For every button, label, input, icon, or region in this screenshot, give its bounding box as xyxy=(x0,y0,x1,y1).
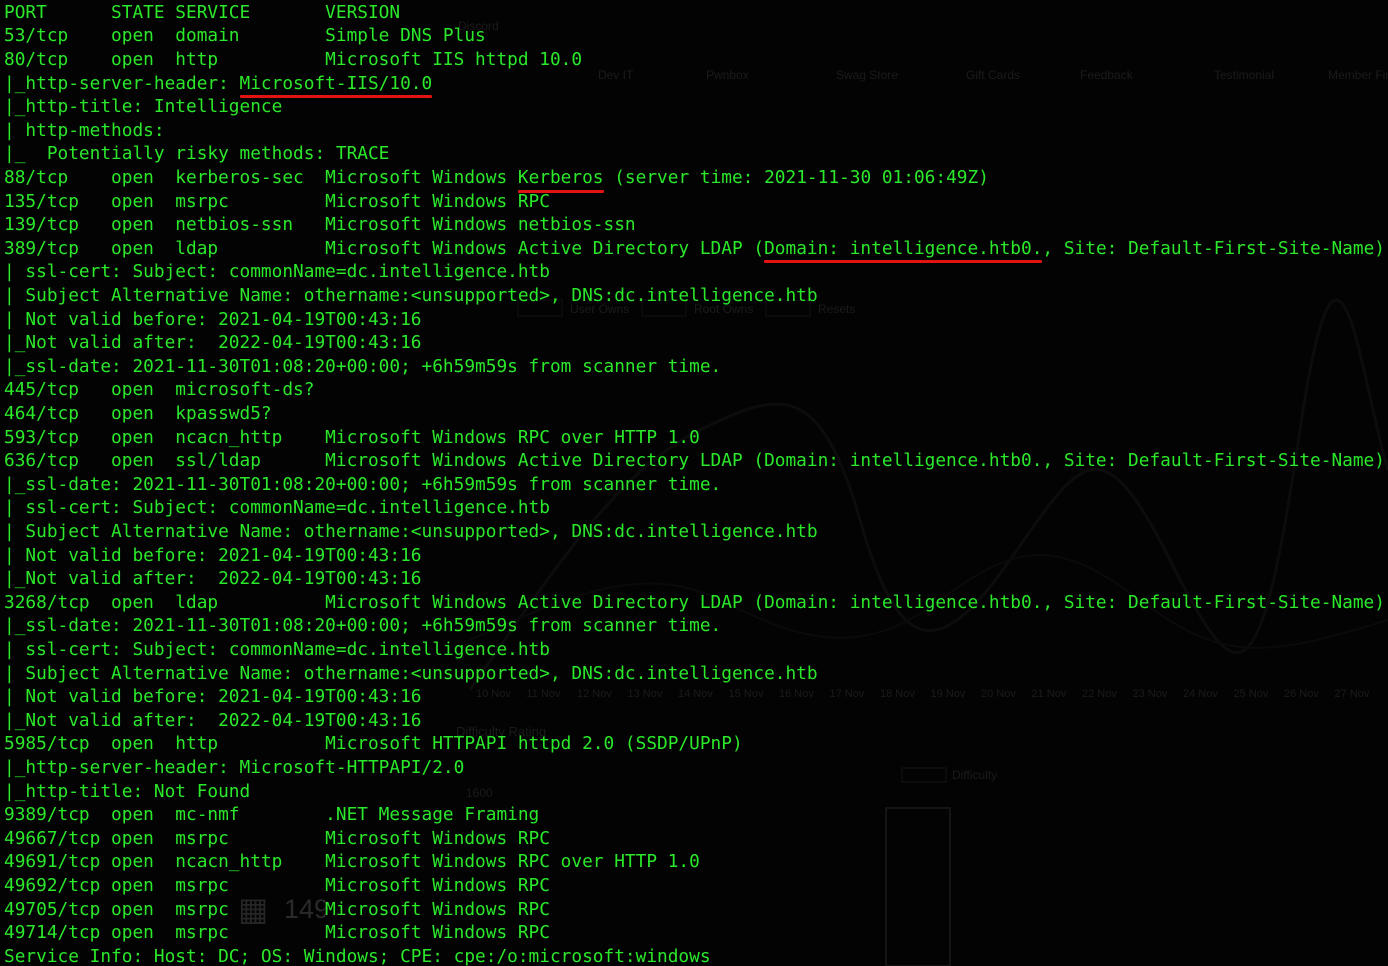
output-line: 593/tcp open ncacn_http Microsoft Window… xyxy=(4,426,700,448)
output-line: | Subject Alternative Name: othername:<u… xyxy=(4,285,818,306)
terminal-window[interactable]: Discord Dev IT Pwnbox Swag Store Gift Cards F… xyxy=(0,0,1388,966)
background-nav-item: Dev IT xyxy=(598,68,634,82)
output-line: |_Not valid after: 2022-04-19T00:43:16 xyxy=(4,568,422,590)
output-line: 636/tcp open ssl/ldap Microsoft Windows … xyxy=(4,450,1385,472)
output-line: | Not valid before: 2021-04-19T00:43:16 xyxy=(4,686,422,708)
red-underline-highlight: Kerberos xyxy=(517,167,604,193)
output-line: | Not valid before: 2021-04-19T00:43:16 xyxy=(4,308,422,330)
background-nav-item: Testimonial xyxy=(1214,68,1275,82)
background-date-tick: 24 Nov xyxy=(1183,688,1218,700)
background-date-tick: 25 Nov xyxy=(1233,688,1269,700)
output-line: 49705/tcp open msrpc Microsoft Windows R… xyxy=(4,898,550,920)
output-line: | http-methods: xyxy=(4,119,165,141)
output-line: |_ssl-date: 2021-11-30T01:08:20+00:00; +… xyxy=(4,615,722,637)
output-line: 80/tcp open http Microsoft IIS httpd 10.… xyxy=(4,49,583,70)
background-date-tick: 26 Nov xyxy=(1284,688,1319,700)
output-line: 139/tcp open netbios-ssn Microsoft Windo… xyxy=(4,214,636,236)
background-nav-item: Member Finder xyxy=(1328,68,1388,82)
background-date-tick: 17 Nov xyxy=(829,688,865,700)
output-line: 53/tcp open domain Simple DNS Plus xyxy=(4,25,486,47)
background-nav-item: Feedback xyxy=(1080,68,1133,82)
background-date-tick: 23 Nov xyxy=(1132,688,1168,700)
background-y-tick: 1600 xyxy=(466,786,493,800)
background-date-tick: 15 Nov xyxy=(728,688,764,700)
output-line: 389/tcp open ldap Microsoft Windows Acti… xyxy=(4,237,1385,263)
background-date-tick: 14 Nov xyxy=(678,688,713,700)
output-line: 49667/tcp open msrpc Microsoft Windows R… xyxy=(4,827,550,849)
red-underline-highlight: Microsoft-IIS/10.0 xyxy=(239,72,433,98)
output-line: |_http-server-header: Microsoft-IIS/10.0 xyxy=(4,72,433,98)
output-line: | ssl-cert: Subject: commonName=dc.intel… xyxy=(4,261,550,283)
output-line: 49691/tcp open ncacn_http Microsoft Wind… xyxy=(4,851,700,873)
output-line: | Not valid before: 2021-04-19T00:43:16 xyxy=(4,544,422,566)
output-line: |_ssl-date: 2021-11-30T01:08:20+00:00; +… xyxy=(4,473,722,495)
output-line: 88/tcp open kerberos-sec Microsoft Windo… xyxy=(4,167,989,193)
output-line: 9389/tcp open mc-nmf .NET Message Framin… xyxy=(4,804,540,826)
background-date-tick: 12 Nov xyxy=(577,688,612,700)
output-line: |_ Potentially risky methods: TRACE xyxy=(4,143,390,165)
output-line: 49692/tcp open msrpc Microsoft Windows R… xyxy=(4,875,550,896)
background-legend-difficulty: Difficulty xyxy=(952,768,998,782)
background-bar xyxy=(885,807,951,966)
background-date-tick: 13 Nov xyxy=(627,688,663,700)
background-nav-item: Pwnbox xyxy=(706,68,749,82)
output-line: |_http-server-header: Microsoft-HTTPAPI/… xyxy=(4,757,465,778)
output-line: 49714/tcp open msrpc Microsoft Windows R… xyxy=(4,922,550,944)
background-date-tick: 22 Nov xyxy=(1082,688,1117,700)
output-line: 5985/tcp open http Microsoft HTTPAPI htt… xyxy=(4,733,743,755)
output-header-row: PORT STATE SERVICE VERSION xyxy=(4,1,401,23)
output-line: 445/tcp open microsoft-ds? xyxy=(4,379,315,401)
background-nav-item: Gift Cards xyxy=(966,68,1021,82)
output-line: |_http-title: Intelligence xyxy=(4,96,283,118)
output-line: | Subject Alternative Name: othername:<u… xyxy=(4,521,818,542)
background-legend-resets: Resets xyxy=(818,302,856,316)
output-line: Service Info: Host: DC; OS: Windows; CPE… xyxy=(4,945,711,966)
output-line: | ssl-cert: Subject: commonName=dc.intel… xyxy=(4,497,550,519)
output-line: |_http-title: Not Found xyxy=(4,780,251,802)
red-underline-highlight: Domain: intelligence.htb0. xyxy=(764,237,1043,263)
output-line: |_Not valid after: 2022-04-19T00:43:16 xyxy=(4,709,422,731)
background-nav-item: Swag Store xyxy=(836,68,899,82)
output-line: | Subject Alternative Name: othername:<u… xyxy=(4,662,818,684)
background-date-tick: 20 Nov xyxy=(981,688,1016,700)
output-line: 464/tcp open kpasswd5? xyxy=(4,403,272,424)
background-date-tick: 16 Nov xyxy=(779,688,814,700)
background-date-tick: 11 Nov xyxy=(526,688,561,700)
background-date-tick: 10 Nov xyxy=(476,688,511,700)
output-line: |_Not valid after: 2022-04-19T00:43:16 xyxy=(4,332,422,354)
output-line: 135/tcp open msrpc Microsoft Windows RPC xyxy=(4,190,550,212)
background-date-tick: 19 Nov xyxy=(930,688,966,700)
output-line: | ssl-cert: Subject: commonName=dc.intel… xyxy=(4,639,550,660)
background-date-tick: 27 Nov xyxy=(1334,688,1370,700)
output-line: |_ssl-date: 2021-11-30T01:08:20+00:00; +… xyxy=(4,355,722,377)
background-date-tick: 21 Nov xyxy=(1031,688,1067,700)
background-legend-swatch-4 xyxy=(901,767,947,783)
background-date-tick: 18 Nov xyxy=(880,688,915,700)
output-line: 3268/tcp open ldap Microsoft Windows Act… xyxy=(4,591,1385,613)
